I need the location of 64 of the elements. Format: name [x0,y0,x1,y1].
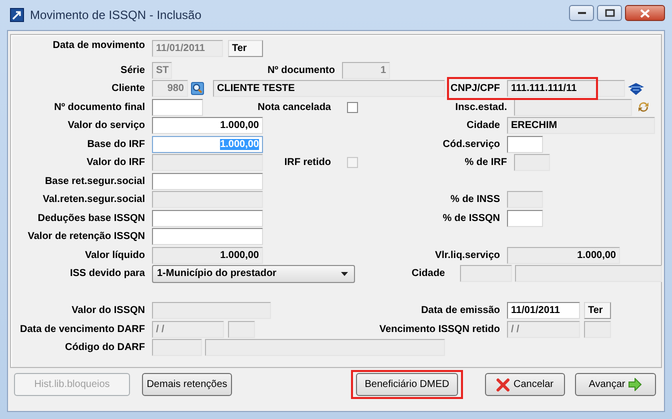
caret-icon [341,272,348,276]
wing-icon[interactable] [628,82,644,95]
field-label: Nº documento [266,64,335,76]
minimize-button[interactable] [569,5,594,21]
field-label: Cód.serviço [442,138,500,150]
weekday-field: Ter [584,302,611,320]
field-label: ISS devido para [68,268,145,280]
field-label: IRF retido [283,157,331,168]
weekday-field: Ter [228,40,263,57]
field-label: % de IRF [464,157,507,168]
field-label: Valor de retenção ISSQN [26,231,145,242]
field-label: Cidade [410,268,445,280]
field-label: Val.reten.segur.social [42,194,145,206]
field-label: Valor líquido [84,250,145,261]
close-icon [640,8,650,18]
app-icon [10,8,24,22]
input-field[interactable] [152,172,263,190]
cross-icon [496,378,510,392]
refresh-icon[interactable] [637,100,650,114]
field-label: Valor do ISSQN [70,305,145,316]
field-label: Data de vencimento DARF [18,324,145,335]
input-field[interactable] [515,265,662,282]
field-label: % de ISSQN [442,212,500,224]
field-label: Deduções base ISSQN [36,212,145,224]
input-field[interactable] [205,339,445,356]
field-label: Vlr.liq.serviço [434,250,500,261]
field-label: % de INSS [450,194,500,206]
field-label: Valor do serviço [66,120,145,132]
input-field[interactable] [152,228,263,246]
input-field[interactable] [507,136,543,153]
field-label: Insc.estad. [454,102,507,113]
field-label: Valor do IRF [86,157,145,168]
minimize-icon [576,11,586,15]
field-label: Cidade [466,120,500,132]
field-label: Nota cancelada [256,102,331,113]
maximize-button[interactable] [597,5,622,21]
field-label: Vencimento ISSQN retido [378,324,500,335]
dropdown[interactable]: 1-Município do prestador [152,264,355,283]
date-field[interactable]: 11/01/2011 [507,302,580,320]
input-field[interactable] [152,210,263,227]
window-title: Movimento de ISSQN - Inclusão [30,8,202,22]
close-button[interactable] [625,5,665,21]
input-field[interactable] [507,210,543,227]
checkbox[interactable] [347,102,358,113]
maximize-icon [604,9,614,17]
input-field[interactable] [152,98,203,116]
field-label: Cliente [110,83,145,94]
button[interactable]: Beneficiário DMED [356,373,458,396]
field-label: Base do IRF [86,138,145,150]
input-field[interactable] [228,320,255,338]
field-label: Série [120,64,145,76]
button[interactable]: Avançar [575,373,656,396]
search-icon[interactable] [191,82,204,96]
field-label: CNPJ/CPF [450,83,500,94]
field-label: Data de movimento [52,40,145,51]
field-label: Código do DARF [64,342,145,354]
input-field[interactable]: 1.000,00 [152,117,263,134]
input-field[interactable] [584,320,611,338]
button[interactable]: Demais retenções [142,373,232,396]
field-label: Base ret.segur.social [44,176,145,187]
arrow-right-icon [628,378,642,391]
button[interactable]: Cancelar [485,373,565,396]
field-label: Nº documento final [53,102,145,113]
field-label: Data de emissão [420,305,500,316]
